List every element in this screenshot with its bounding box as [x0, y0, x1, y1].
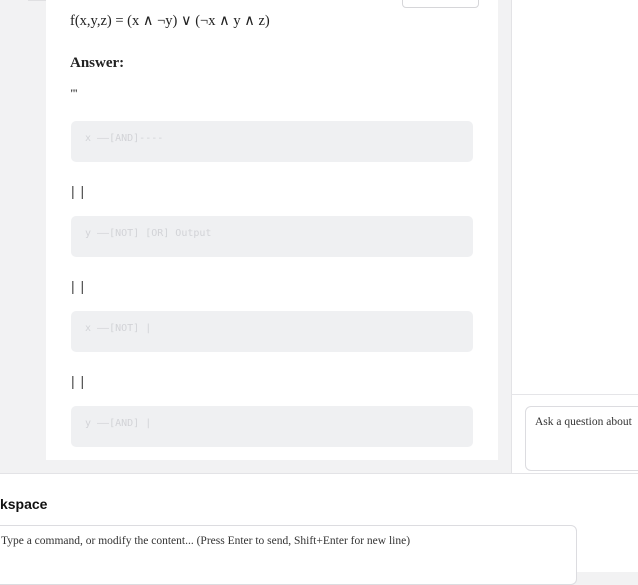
code-block: y ——[NOT] [OR] Output — [71, 216, 473, 257]
formula-text: f(x,y,z) = (x ∧ ¬y) ∨ (¬x ∧ y ∧ z) — [70, 13, 270, 29]
code-block: x ——[AND]---- — [71, 121, 473, 162]
pipe-connector: | | — [71, 183, 86, 199]
pipe-connector: | | — [71, 373, 86, 389]
pipe-connector: | | — [71, 278, 86, 294]
ask-question-input[interactable]: Ask a question about — [525, 406, 638, 471]
command-input[interactable]: Type a command, or modify the content...… — [0, 525, 577, 585]
code-fence: ''' — [70, 86, 78, 100]
assistant-divider — [511, 394, 638, 395]
code-block: y ——[AND] | — [71, 406, 473, 447]
toolbar-button[interactable] — [402, 0, 479, 8]
workspace-title: Workspace — [0, 496, 48, 512]
assistant-panel — [511, 0, 638, 473]
answer-label: Answer: — [70, 55, 125, 71]
code-block: x ——[NOT] | — [71, 311, 473, 352]
